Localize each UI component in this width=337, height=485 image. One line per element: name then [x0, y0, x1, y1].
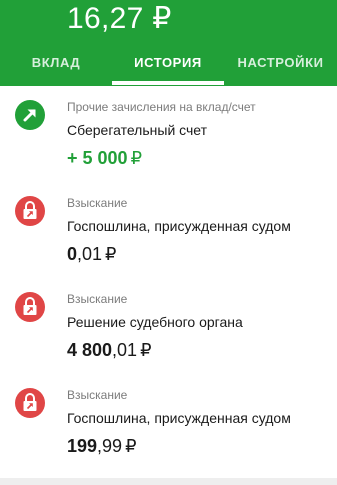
amount-currency: ₽ [140, 340, 152, 360]
amount-integer: 0 [67, 244, 78, 264]
amount-integer: 5 000 [82, 148, 128, 168]
transaction-category: Прочие зачисления на вклад/счет [67, 100, 256, 114]
transaction-item[interactable]: Взыскание Госпошлина, присужденная судом… [0, 374, 337, 470]
transaction-amount: 0,01 ₽ [67, 244, 117, 265]
tab-settings[interactable]: НАСТРОЙКИ [224, 46, 337, 82]
transaction-item[interactable]: Прочие зачисления на вклад/счет Сберегат… [0, 86, 337, 182]
amount-integer: 4 800 [67, 340, 113, 360]
list-bottom-edge [0, 478, 337, 485]
tab-history[interactable]: ИСТОРИЯ [112, 46, 224, 82]
active-tab-indicator [112, 81, 224, 85]
transaction-item[interactable]: Взыскание Госпошлина, присужденная судом… [0, 182, 337, 278]
lock-arrow-icon [15, 388, 45, 418]
transaction-description: Сберегательный счет [67, 122, 208, 138]
tab-deposit[interactable]: ВКЛАД [0, 46, 112, 82]
transaction-category: Взыскание [67, 292, 128, 306]
account-header: 16,27 ₽ ВКЛАД ИСТОРИЯ НАСТРОЙКИ [0, 0, 337, 86]
transaction-amount: 199,99 ₽ [67, 436, 137, 457]
amount-sign: + [67, 148, 83, 168]
transaction-description: Госпошлина, присужденная судом [67, 410, 291, 426]
lock-arrow-icon [15, 196, 45, 226]
amount-fraction: ,01 [112, 340, 138, 360]
transaction-amount: + 5 000 ₽ [67, 148, 142, 169]
amount-currency: ₽ [130, 148, 143, 168]
amount-currency: ₽ [125, 436, 137, 456]
amount-fraction: ,01 [77, 244, 103, 264]
transaction-list: Прочие зачисления на вклад/счет Сберегат… [0, 86, 337, 485]
transaction-category: Взыскание [67, 388, 128, 402]
account-balance: 16,27 ₽ [67, 2, 172, 35]
transaction-amount: 4 800,01 ₽ [67, 340, 152, 361]
tab-bar: ВКЛАД ИСТОРИЯ НАСТРОЙКИ [0, 46, 337, 82]
transaction-item[interactable]: Взыскание Решение судебного органа 4 800… [0, 278, 337, 374]
deposit-history-screen: 16,27 ₽ ВКЛАД ИСТОРИЯ НАСТРОЙКИ Прочие з… [0, 0, 337, 485]
lock-arrow-icon [15, 292, 45, 322]
arrow-up-right-icon [15, 100, 45, 130]
amount-integer: 199 [67, 436, 98, 456]
transaction-category: Взыскание [67, 196, 128, 210]
transaction-description: Решение судебного органа [67, 314, 243, 330]
amount-fraction: ,99 [97, 436, 123, 456]
transaction-description: Госпошлина, присужденная судом [67, 218, 291, 234]
amount-currency: ₽ [105, 244, 117, 264]
